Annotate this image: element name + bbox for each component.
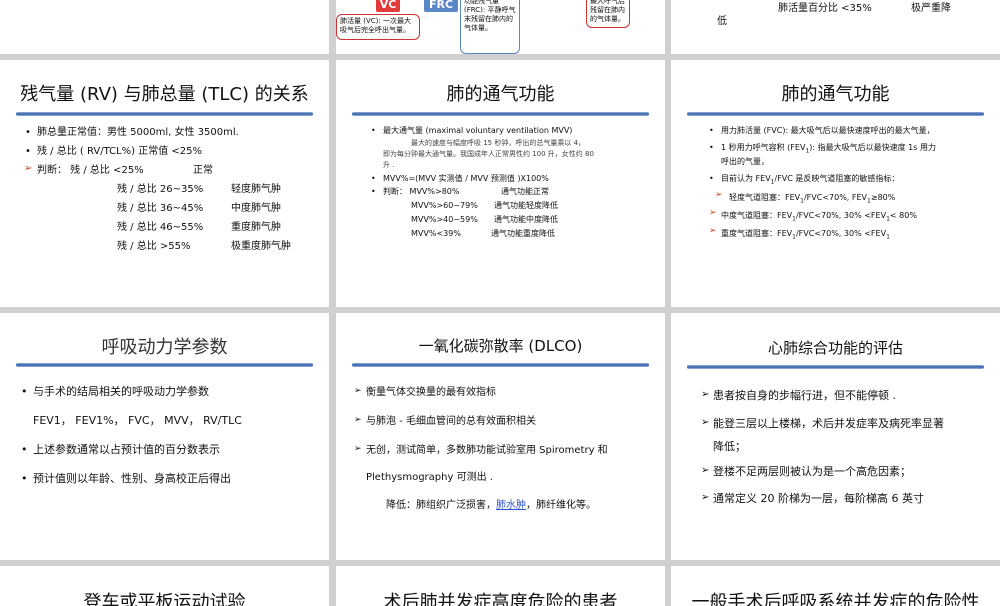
slide-title: 呼吸动力学参数 — [101, 337, 228, 358]
pulmonary-edema-link[interactable]: 肺水肿 — [496, 500, 526, 511]
vc-label: VC — [376, 0, 400, 12]
table-row-value: 中度肺气肿 — [231, 203, 281, 214]
severity-label-cont: 低 — [717, 16, 727, 27]
table-row-value: 通气功能轻度降低 — [494, 201, 558, 210]
list-item: 肺总量正常值：男性 5000ml, 女性 3500ml. — [25, 126, 239, 139]
list-item: 重度气道阻塞：FEV1/FVC<70%, 30% <FEV1 — [721, 229, 890, 241]
table-row-key: MVV%<39% — [411, 229, 461, 238]
list-item: 残 / 总比 ( RV/TCL%) 正常值 <25% — [25, 145, 202, 158]
slide-title: 心肺综合功能的评估 — [767, 339, 903, 357]
slide-postop-risk[interactable]: 一般手术后呼吸系统并发症的危险性 — [671, 566, 1000, 606]
table-row-key: 残 / 总比 >55% — [117, 241, 191, 252]
severity-label: 极严重降 — [911, 3, 951, 14]
slide-title: 登车或平板运动试验 — [83, 592, 246, 606]
rv-note: 最大呼气后残留在肺内的气体量。 — [586, 0, 630, 28]
arrow-icon: ➢ — [709, 226, 717, 236]
table-row-key: 残 / 总比 36~45% — [117, 203, 204, 214]
slide-top-right[interactable]: 肺活量百分比 <35% 极严重降 低 — [671, 0, 1000, 54]
table-row-value: 通气功能中度降低 — [494, 215, 558, 224]
slide-dlco[interactable]: 一氧化碳弥散率 (DLCO) ➢ 衡量气体交换量的最有效指标 ➢ 与肺泡 - 毛… — [336, 313, 665, 560]
arrow-icon: ➢ — [701, 417, 710, 428]
slide-exercise-test[interactable]: 登车或平板运动试验 — [0, 566, 329, 606]
slide-title: 肺的通气功能 — [781, 84, 890, 105]
frc-label: FRC — [424, 0, 458, 12]
arrow-icon: ➢ — [354, 444, 362, 454]
table-row-value: 通气功能重度降低 — [491, 229, 555, 238]
slide-title: 术后肺并发症高度危险的患者 — [383, 592, 618, 606]
slide-high-risk-patients[interactable]: 术后肺并发症高度危险的患者 — [336, 566, 665, 606]
list-item: 判断： 残 / 总比 <25% — [37, 165, 144, 176]
list-item: 通常定义 20 阶梯为一层，每阶梯高 6 英寸 — [713, 492, 924, 505]
list-item: 与手术的结局相关的呼吸动力学参数 — [21, 385, 209, 398]
table-row-value: 轻度肺气肿 — [231, 184, 281, 195]
list-item: 患者按自身的步幅行进，但不能停顿 . — [713, 389, 896, 402]
slide-top-middle[interactable]: VC FRC 肺活量 (VC): 一次最大吸气后完全呼出气量。 功能残气量 (F… — [336, 0, 665, 54]
title-underline — [687, 112, 984, 116]
list-item-detail: FEV1， FEV1%， FVC， MVV， RV/TLC — [33, 414, 242, 427]
slide-cardiopulmonary[interactable]: 心肺综合功能的评估 ➢ 患者按自身的步幅行进，但不能停顿 . ➢ 能登三层以上楼… — [671, 313, 1000, 560]
slide-title: 一氧化碳弥散率 (DLCO) — [418, 337, 583, 355]
list-item: 与肺泡 - 毛细血管间的总有效面积相关 — [366, 416, 536, 427]
list-item: 判断： MVV%>80% — [371, 185, 460, 198]
list-item: 轻度气道阻塞：FEV1/FVC<70%, FEV1≥80% — [729, 193, 896, 205]
list-item-value: 通气功能正常 — [501, 187, 549, 196]
table-row-key: 残 / 总比 26~35% — [117, 184, 204, 195]
title-underline — [352, 363, 649, 367]
list-item: 无创，测试简单，多数肺功能试验室用 Spirometry 和 — [366, 445, 608, 456]
title-underline — [16, 112, 313, 116]
arrow-icon: ➢ — [701, 492, 710, 503]
list-item: MVV%=(MVV 实测值 / MVV 预测值 )X100% — [371, 172, 549, 185]
arrow-icon: ➢ — [354, 415, 362, 425]
slide-top-left[interactable] — [0, 0, 329, 54]
vc-note: 肺活量 (VC): 一次最大吸气后完全呼出气量。 — [336, 14, 420, 40]
title-underline — [352, 112, 649, 116]
list-item: 衡量气体交换量的最有效指标 — [366, 387, 496, 398]
title-underline — [687, 365, 984, 369]
list-item-cont: 呼出的气量， — [721, 157, 769, 166]
table-row-value: 重度肺气肿 — [231, 222, 281, 233]
table-row-key: MVV%>60~79% — [411, 201, 478, 210]
table-row-value: 极重度肺气肿 — [231, 241, 291, 252]
arrow-icon: ➢ — [354, 386, 362, 396]
list-item: 用力肺活量 (FVC): 最大吸气后以最快速度呼出的最大气量， — [709, 124, 935, 137]
list-item: 能登三层以上楼梯，术后并发症率及病死率显著 — [713, 417, 944, 430]
list-item-cont: Plethysmography 可测出 . — [366, 472, 493, 483]
arrow-icon: ➢ — [709, 208, 717, 218]
list-item: 预计值则以年龄、性别、身高校正后得出 — [21, 472, 231, 485]
arrow-icon: ➢ — [701, 465, 710, 476]
list-item: 中度气道阻塞：FEV1/FVC<70%, 30% <FEV1< 80% — [721, 211, 917, 223]
slide-ventilation-fev[interactable]: 肺的通气功能 用力肺活量 (FVC): 最大吸气后以最快速度呼出的最大气量， 1… — [671, 60, 1000, 307]
list-item-detail: 即为每分钟最大通气量。我国成年人正常男性约 100 升，女性约 80 — [383, 150, 594, 158]
slide-title: 残气量 (RV) 与肺总量 (TLC) 的关系 — [20, 84, 309, 105]
slide-ventilation-mvv[interactable]: 肺的通气功能 最大通气量 (maximal voluntary ventilat… — [336, 60, 665, 307]
arrow-icon: ➢ — [715, 190, 723, 200]
slide-title: 一般手术后呼吸系统并发症的危险性 — [691, 592, 980, 606]
vc-percent-line: 肺活量百分比 <35% — [778, 3, 872, 14]
frc-note: 功能残气量 (FRC): 平静呼气末残留在肺内的气体量。 — [460, 0, 520, 54]
slide-title: 肺的通气功能 — [446, 84, 555, 105]
list-item: 登楼不足两层则被认为是一个高危因素； — [713, 465, 911, 478]
list-item: 目前认为 FEV1/FVC 是反映气道阻塞的敏感指标： — [709, 172, 899, 189]
title-underline — [16, 363, 313, 367]
slide-rv-tlc[interactable]: 残气量 (RV) 与肺总量 (TLC) 的关系 肺总量正常值：男性 5000ml… — [0, 60, 329, 307]
list-item-value: 正常 — [193, 165, 213, 176]
slide-respiratory-dynamics[interactable]: 呼吸动力学参数 与手术的结局相关的呼吸动力学参数 FEV1， FEV1%， FV… — [0, 313, 329, 560]
table-row-key: MVV%>40~59% — [411, 215, 478, 224]
list-item-detail: 降低：肺组织广泛损害，肺水肿，肺纤维化等。 — [386, 500, 596, 511]
list-item-detail: 升 . — [383, 161, 395, 169]
table-row-key: 残 / 总比 46~55% — [117, 222, 204, 233]
arrow-icon: ➢ — [701, 389, 710, 400]
list-item: 最大通气量 (maximal voluntary ventilation MVV… — [371, 124, 572, 137]
arrow-icon: ➢ — [24, 163, 33, 174]
list-item-cont: 降低； — [713, 440, 746, 453]
list-item: 上述参数通常以占预计值的百分数表示 — [21, 443, 220, 456]
